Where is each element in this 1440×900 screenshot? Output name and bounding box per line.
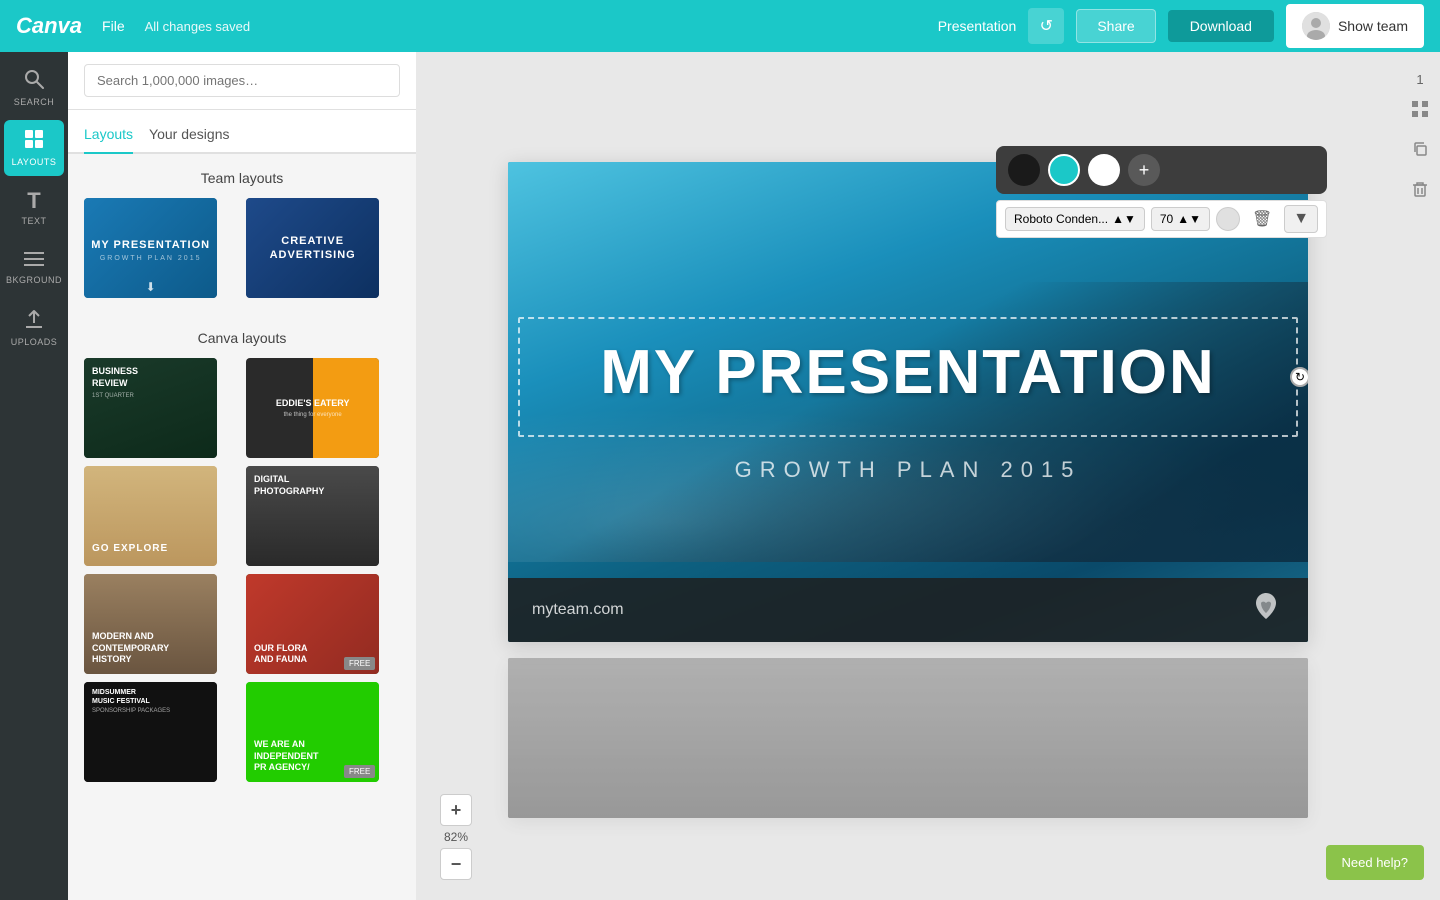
show-team-label: Show team [1338,18,1408,34]
sidebar-item-search[interactable]: SEARCH [4,60,64,116]
zoom-controls: + 82% − [440,794,472,880]
delete-icon: 🗑 [1252,211,1272,228]
plus-icon: + [451,800,462,821]
more-options-button[interactable]: ▼ [1284,205,1318,233]
text-formatting-toolbar: + Roboto Conden... ▲▼ 70 ▲▼ 🗑 ▼ [996,146,1327,238]
undo-icon: ↺ [1040,16,1053,36]
right-sidebar: 1 [1400,52,1440,900]
download-icon: ⬇ [146,280,156,294]
zoom-in-button[interactable]: + [440,794,472,826]
delete-slide-button[interactable] [1404,175,1436,207]
avatar-icon [1302,12,1330,40]
file-menu[interactable]: File [102,18,125,34]
tab-layouts[interactable]: Layouts [84,122,133,154]
list-item[interactable]: MIDSUMMERMUSIC FESTIVAL SPONSORSHIP PACK… [84,682,217,782]
share-button[interactable]: Share [1076,9,1155,43]
slide-subtitle[interactable]: GROWTH PLAN 2015 [508,457,1308,483]
text-label: TEXT [21,216,46,226]
copy-button[interactable] [1404,135,1436,167]
tab-your-designs[interactable]: Your designs [149,122,229,154]
list-item[interactable]: MODERN ANDCONTEMPORARYHISTORY [84,574,217,674]
team-layouts-grid: MY PRESENTATION GROWTH PLAN 2015 ⬇ CREAT… [84,198,400,298]
color-swatch-white[interactable] [1088,154,1120,186]
main-canvas-area: + Roboto Conden... ▲▼ 70 ▲▼ 🗑 ▼ [416,52,1400,900]
topbar: Canva File All changes saved Presentatio… [0,0,1440,52]
list-item[interactable]: WE ARE ANINDEPENDENTPR AGENCY/ FREE [246,682,379,782]
list-item[interactable]: MY PRESENTATION GROWTH PLAN 2015 ⬇ [84,198,217,298]
font-size-arrows: ▲▼ [1177,212,1201,226]
list-item[interactable]: GO EXPLORE [84,466,217,566]
avatar [1302,12,1330,40]
download-button[interactable]: Download [1168,10,1274,42]
add-color-button[interactable]: + [1128,154,1160,186]
zoom-out-button[interactable]: − [440,848,472,880]
search-icon [24,69,44,93]
slide-title[interactable]: MY PRESENTATION [508,342,1308,404]
layouts-label: LAYOUTS [12,157,57,167]
canva-layouts-title: Canva layouts [84,330,400,346]
chevron-down-icon: ▼ [1293,210,1309,227]
layouts-icon [24,129,44,153]
canva-layouts-section: Canva layouts BUSINESSREVIEW 1ST QUARTER… [68,314,416,798]
sidebar-item-layouts[interactable]: LAYOUTS [4,120,64,176]
team-layouts-section: Team layouts MY PRESENTATION GROWTH PLAN… [68,154,416,314]
copy-icon [1412,141,1428,162]
search-label: SEARCH [14,97,55,107]
color-swatch-black[interactable] [1008,154,1040,186]
slide-footer: myteam.com [508,578,1308,642]
list-item[interactable]: BUSINESSREVIEW 1ST QUARTER [84,358,217,458]
panel-tabs: Layouts Your designs [68,110,416,154]
list-item[interactable]: DIGITALPHOTOGRAPHY [246,466,379,566]
background-icon [24,251,44,271]
free-badge: FREE [344,765,375,778]
font-size-input[interactable]: 70 ▲▼ [1151,207,1210,231]
font-name-label: Roboto Conden... [1014,212,1108,226]
font-select-arrow: ▲▼ [1112,212,1136,226]
left-panel: Layouts Your designs Team layouts MY PRE… [68,52,416,900]
canva-logo: Canva [16,13,82,39]
search-input[interactable] [84,64,400,97]
text-icon: T [27,190,40,212]
sidebar-item-text[interactable]: T TEXT [4,180,64,236]
font-toolbar: Roboto Conden... ▲▼ 70 ▲▼ 🗑 ▼ [996,200,1327,238]
sidebar-item-background[interactable]: BKGROUND [4,240,64,296]
trash-icon [1413,181,1427,202]
slide-footer-logo [1248,589,1284,632]
color-picker-bar: + [996,146,1327,194]
slide-2-preview[interactable] [508,658,1308,818]
canva-layouts-grid: BUSINESSREVIEW 1ST QUARTER EDDIE'S EATER… [84,358,400,782]
color-swatch-teal[interactable] [1048,154,1080,186]
delete-text-button[interactable]: 🗑 [1246,207,1278,231]
background-label: BKGROUND [6,275,62,285]
undo-button[interactable]: ↺ [1028,8,1064,44]
free-badge: FREE [344,657,375,670]
upload-icon [24,309,44,333]
font-family-select[interactable]: Roboto Conden... ▲▼ [1005,207,1145,231]
list-item[interactable]: EDDIE'S EATERY the thing for everyone [246,358,379,458]
team-layouts-title: Team layouts [84,170,400,186]
save-status: All changes saved [145,19,251,34]
list-item[interactable]: CREATIVEADVERTISING [246,198,379,298]
sidebar-item-uploads[interactable]: UPLOADS [4,300,64,356]
font-size-value: 70 [1160,212,1173,226]
uploads-label: UPLOADS [11,337,58,347]
slide-footer-url: myteam.com [532,601,624,619]
font-color-swatch[interactable] [1216,207,1240,231]
presentation-label: Presentation [938,18,1017,34]
help-button[interactable]: Need help? [1326,845,1425,880]
grid-icon [1412,101,1428,122]
show-team-button[interactable]: Show team [1286,4,1424,48]
list-item[interactable]: OUR FLORAAND FAUNA FREE [246,574,379,674]
icon-sidebar: SEARCH LAYOUTS T TEXT BKGROUND [0,52,68,900]
slide-number: 1 [1416,72,1423,87]
search-bar [68,52,416,110]
minus-icon: − [451,854,462,875]
grid-button[interactable] [1404,95,1436,127]
plus-icon: + [1139,160,1150,181]
zoom-level: 82% [444,830,468,844]
